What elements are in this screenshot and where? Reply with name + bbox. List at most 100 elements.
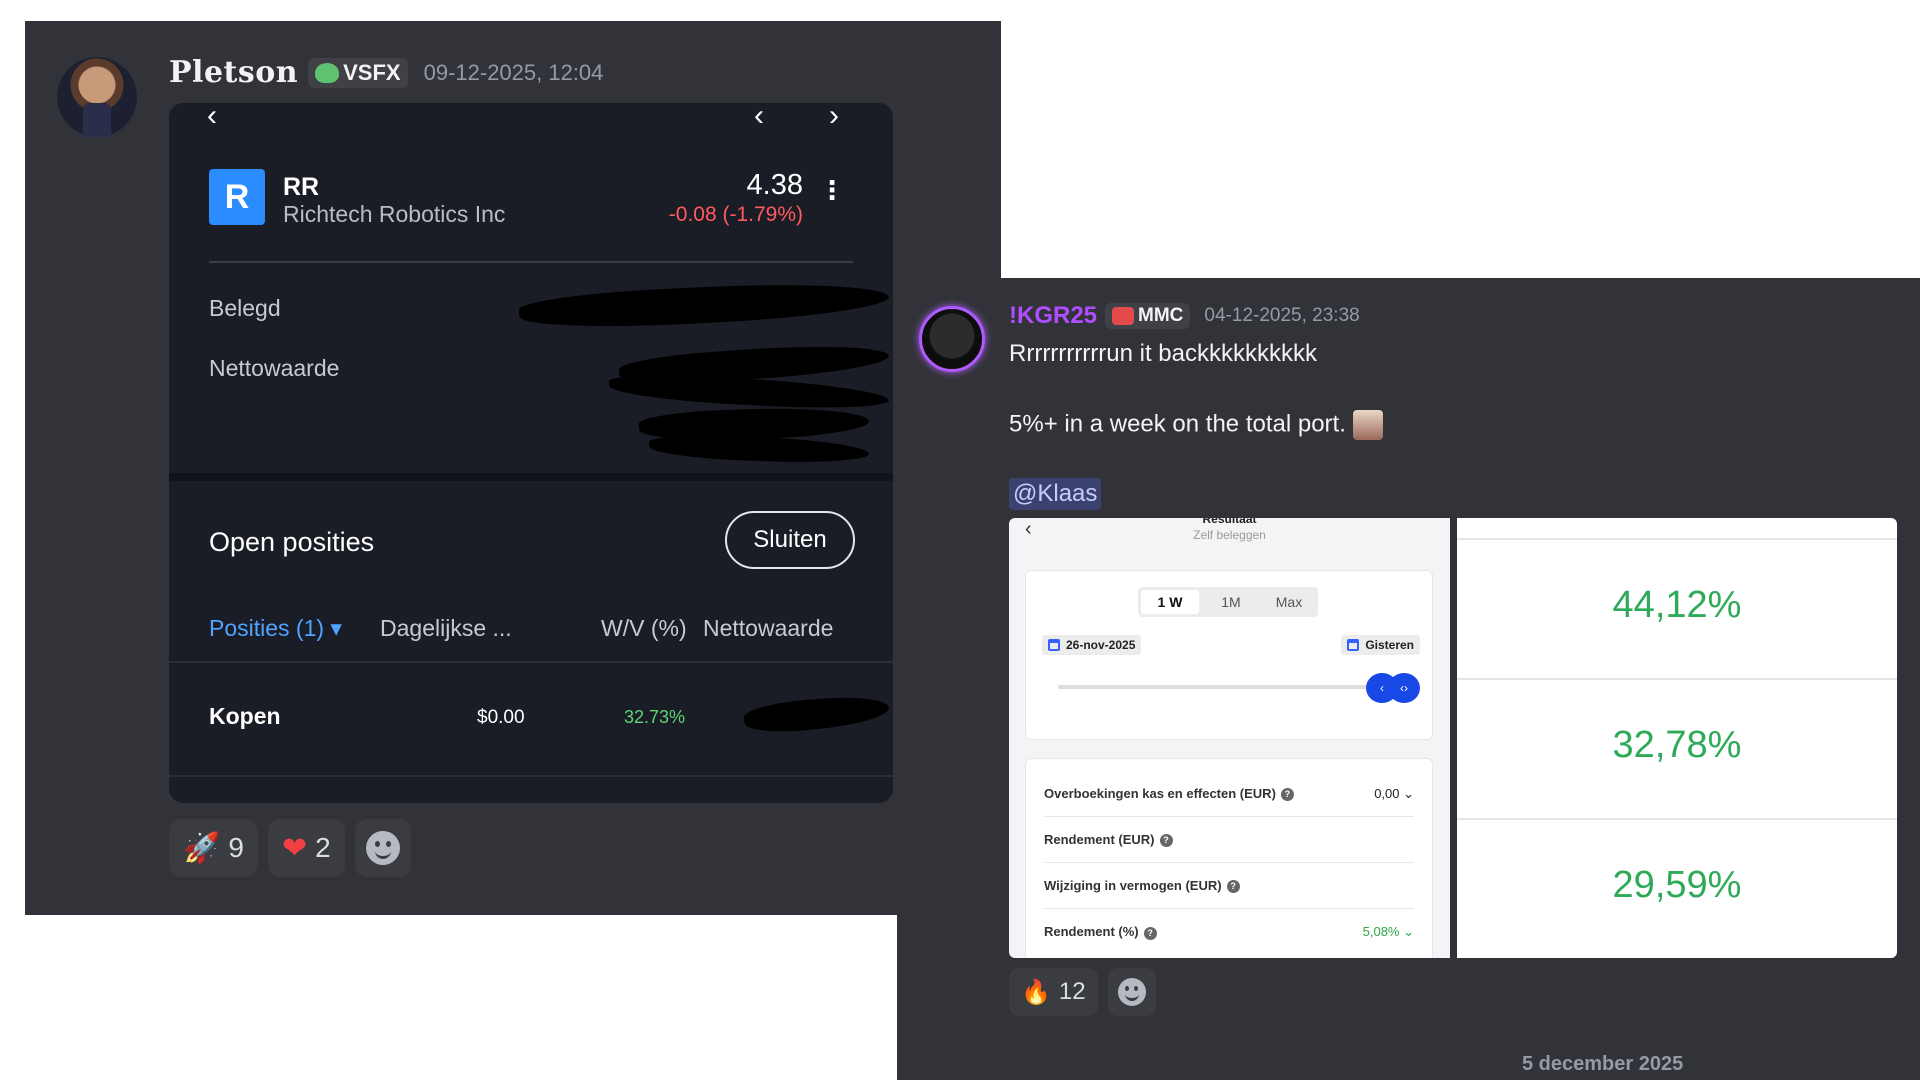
add-reaction-button[interactable] (354, 819, 411, 877)
percentage-value: 32,78% (1612, 724, 1742, 766)
result-row: Overboekingen kas en effecten (EUR)? 0,0… (1044, 771, 1414, 817)
wv-column: W/V (%) (601, 615, 687, 641)
stock-logo: R (209, 169, 265, 225)
stock-price: 4.38 (746, 169, 803, 201)
period-card: 1 W 1M Max 26-nov-2025 Gisteren ‹ ‹› (1025, 570, 1433, 740)
result-row: Rendement (%)? 5,08% ⌄ (1044, 909, 1414, 955)
position-daily: $0.00 (477, 707, 525, 728)
image-attachment[interactable]: ‹ ‹ › R RR Richtech Robotics Inc 4.38 -0… (169, 103, 893, 803)
message-line: Rrrrrrrrrrrun it backkkkkkkkkk (1009, 340, 1317, 367)
nettowaarde-column: Nettowaarde (703, 615, 834, 641)
divider (1457, 818, 1897, 820)
message-pletson: Pletson VSFX 09-12-2025, 12:04 ‹ ‹ › R R… (25, 21, 1001, 915)
result-card: Overboekingen kas en effecten (EUR)? 0,0… (1025, 758, 1433, 958)
help-icon: ? (1280, 788, 1294, 802)
reaction-heart[interactable]: ❤ 2 (267, 819, 345, 877)
percentage-value: 44,12% (1612, 584, 1742, 626)
row-label: Wijziging in vermogen (EUR) (1044, 877, 1222, 893)
guild-tag[interactable]: VSFX (308, 57, 408, 88)
reaction-rocket[interactable]: 🚀 9 (169, 819, 258, 877)
posities-column: Posities (1) ▾ (209, 615, 342, 641)
reactions-bar: 🔥 12 (1009, 968, 1156, 1016)
position-row-label: Kopen (209, 703, 281, 729)
heart-icon: ❤ (281, 831, 308, 865)
divider (1457, 538, 1897, 540)
reactions-bar: 🚀 9 ❤ 2 (169, 819, 411, 877)
percentage-value: 29,59% (1612, 864, 1742, 906)
image-attachment[interactable]: 44,12% 32,78% 29,59% (1457, 518, 1897, 958)
message-line: 5%+ in a week on the total port. (1009, 410, 1383, 440)
chevron-right-icon: › (829, 103, 839, 132)
sluiten-button: Sluiten (725, 511, 855, 569)
divider (1457, 678, 1897, 680)
add-reaction-icon (365, 831, 400, 865)
more-options-icon: ⋮ (819, 175, 845, 205)
date-divider: 5 december 2025 (1522, 1053, 1684, 1075)
help-icon: ? (1226, 880, 1240, 894)
guild-tag-icon (315, 62, 340, 83)
add-reaction-button[interactable] (1107, 968, 1156, 1016)
guild-tag[interactable]: MMC (1105, 303, 1191, 329)
reaction-fire[interactable]: 🔥 12 (1009, 968, 1098, 1016)
image-attachment[interactable]: ‹ Resultaat Zelf beleggen 1 W 1M Max 26-… (1009, 518, 1450, 958)
calendar-icon (1347, 639, 1360, 651)
chevron-left-icon: ‹ (754, 103, 764, 132)
date-to: Gisteren (1341, 635, 1420, 655)
guild-tag-label: VSFX (343, 59, 401, 85)
timestamp[interactable]: 09-12-2025, 12:04 (424, 60, 604, 86)
range-track (1058, 685, 1378, 689)
guild-tag-label: MMC (1138, 305, 1184, 326)
section-gap (169, 473, 893, 481)
divider (209, 261, 853, 263)
open-posities-heading: Open posities (209, 527, 375, 557)
row-divider (169, 775, 893, 777)
timestamp[interactable]: 04-12-2025, 23:38 (1204, 305, 1359, 327)
message-header: Pletson VSFX 09-12-2025, 12:04 (169, 55, 603, 90)
add-reaction-icon (1117, 978, 1146, 1006)
username[interactable]: Pletson (169, 55, 298, 90)
company-name: Richtech Robotics Inc (283, 201, 506, 227)
guild-tag-icon (1112, 307, 1135, 325)
message-header: !KGR25 MMC 04-12-2025, 23:38 (1009, 302, 1360, 330)
dagelijkse-column: Dagelijkse ... (380, 615, 512, 641)
tab-1w: 1 W (1141, 590, 1199, 614)
help-icon: ? (1159, 834, 1173, 848)
redaction-scribble (518, 277, 890, 333)
tab-1m: 1M (1221, 594, 1241, 610)
date-from-label: 26-nov-2025 (1066, 638, 1136, 652)
message-kgr25: !KGR25 MMC 04-12-2025, 23:38 Rrrrrrrrrrr… (897, 278, 1920, 1080)
help-icon: ? (1143, 926, 1157, 940)
redaction-scribble (742, 691, 891, 737)
price-change: -0.08 (-1.79%) (668, 203, 803, 226)
date-to-label: Gisteren (1365, 638, 1414, 652)
back-arrow-icon: ‹ (207, 103, 217, 132)
result-row: Wijziging in vermogen (EUR)? (1044, 863, 1414, 909)
label-nettowaarde: Nettowaarde (209, 355, 340, 381)
reaction-count: 2 (315, 832, 331, 863)
avatar[interactable] (57, 57, 137, 137)
username[interactable]: !KGR25 (1009, 302, 1097, 330)
calendar-icon (1048, 639, 1060, 651)
message-text: 5%+ in a week on the total port. (1009, 410, 1346, 438)
position-wv: 32.73% (624, 707, 686, 727)
tab-max: Max (1275, 594, 1303, 610)
custom-emoji-icon (1352, 410, 1383, 440)
rocket-icon: 🚀 (183, 831, 221, 865)
row-value: 5,08% ⌄ (1362, 924, 1414, 939)
period-selector: 1 W 1M Max (1138, 587, 1318, 617)
result-row: Rendement (EUR)? (1044, 817, 1414, 863)
screen-title: Resultaat (1202, 518, 1257, 526)
row-label: Overboekingen kas en effecten (EUR) (1044, 785, 1276, 801)
screen-subtitle: Zelf beleggen (1193, 528, 1266, 542)
row-value: 0,00 ⌄ (1374, 785, 1414, 801)
avatar[interactable] (919, 306, 985, 372)
date-from: 26-nov-2025 (1042, 635, 1142, 655)
range-handle-icon: ‹› (1388, 673, 1420, 703)
stock-ticker: RR (283, 173, 320, 201)
reaction-count: 9 (228, 832, 244, 863)
fire-icon: 🔥 (1021, 978, 1051, 1006)
row-label: Rendement (%) (1044, 924, 1139, 940)
reaction-count: 12 (1058, 978, 1086, 1005)
user-mention[interactable]: @Klaas (1009, 478, 1102, 510)
row-divider (169, 661, 893, 663)
